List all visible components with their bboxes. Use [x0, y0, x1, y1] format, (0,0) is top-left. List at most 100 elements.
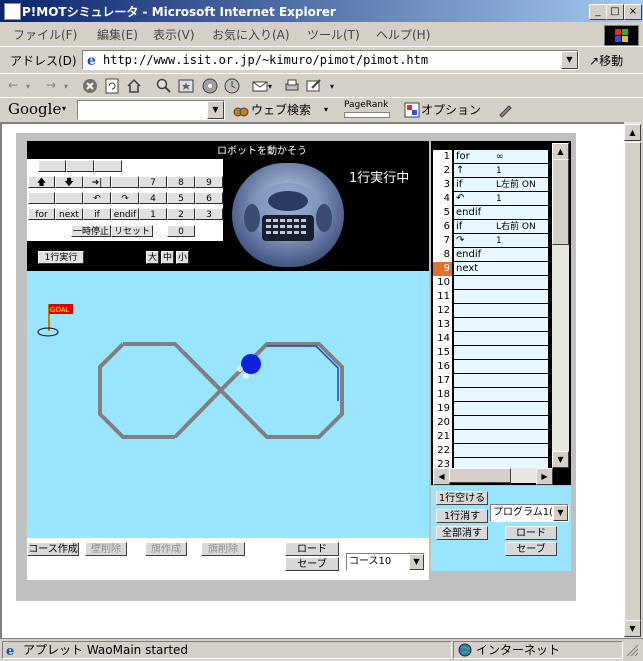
maximize-button[interactable]: □ — [606, 4, 624, 20]
program-row[interactable]: 12 — [433, 304, 550, 318]
key-0[interactable]: 0 — [167, 225, 195, 237]
program-row-command-cell[interactable]: ↶ 1 — [454, 192, 548, 205]
scroll-up-button[interactable]: ▲ — [624, 124, 641, 141]
program-row-command-cell[interactable] — [454, 332, 548, 345]
size-medium-button[interactable]: 中 — [161, 251, 174, 264]
program-row[interactable]: 15 — [433, 346, 550, 360]
program-vertical-scrollbar[interactable]: ▲ ▼ — [552, 143, 569, 468]
program-row-command-cell[interactable] — [454, 402, 548, 415]
size-small-button[interactable]: 小 — [176, 251, 189, 264]
google-logo[interactable]: Google — [8, 100, 61, 118]
key-8[interactable]: 8 — [167, 176, 195, 188]
web-search-button[interactable]: ウェブ検索 — [251, 101, 311, 118]
search-icon[interactable] — [156, 78, 172, 94]
go-button[interactable]: ↗移動 — [589, 52, 623, 69]
pause-button[interactable]: 一時停止 — [71, 225, 111, 237]
program-row[interactable]: 6 if L右前 ON — [433, 220, 550, 234]
program-scroll-down[interactable]: ▼ — [552, 451, 569, 468]
minimize-button[interactable]: _ — [589, 4, 607, 20]
highlighter-icon[interactable] — [497, 102, 513, 118]
course-field[interactable]: GOAL — [27, 271, 429, 538]
program-row-command-cell[interactable]: ↑ 1 — [454, 164, 548, 177]
google-search-input[interactable]: ▼ — [77, 100, 225, 120]
key-blank[interactable] — [38, 160, 66, 172]
key-for[interactable]: for — [28, 208, 55, 220]
home-icon[interactable] — [126, 78, 142, 94]
key-stop-forward[interactable]: ➜| — [83, 176, 111, 188]
program-select-dropdown-icon[interactable]: ▼ — [553, 505, 568, 521]
program-load-button[interactable]: ロード — [505, 526, 557, 540]
key-blank[interactable] — [28, 192, 55, 204]
options-button[interactable]: オプション — [421, 101, 481, 118]
step-run-button[interactable]: 1行実行 — [38, 251, 84, 264]
program-row[interactable]: 14 — [433, 332, 550, 346]
program-horizontal-scrollbar[interactable]: ◀ ▶ — [433, 468, 553, 485]
program-row[interactable]: 9 next — [433, 262, 550, 276]
key-5[interactable]: 5 — [167, 192, 195, 204]
insert-row-button[interactable]: 1行空ける — [436, 491, 488, 505]
media-icon[interactable] — [202, 78, 218, 94]
stop-icon[interactable] — [82, 78, 98, 94]
key-backward[interactable]: 🡇 — [55, 176, 83, 188]
program-row[interactable]: 11 — [433, 290, 550, 304]
menu-favorites[interactable]: お気に入り(A) — [212, 26, 290, 43]
program-row-command-cell[interactable] — [454, 290, 548, 303]
key-blank[interactable] — [94, 160, 122, 172]
program-scroll-left[interactable]: ◀ — [433, 468, 450, 485]
program-row-command-cell[interactable] — [454, 430, 548, 443]
program-row[interactable]: 5 endif — [433, 206, 550, 220]
favorites-icon[interactable] — [178, 78, 194, 94]
program-row-command-cell[interactable]: endif — [454, 206, 548, 219]
key-9[interactable]: 9 — [195, 176, 223, 188]
course-save-button[interactable]: セーブ — [285, 557, 339, 571]
resize-grip-icon[interactable] — [625, 643, 639, 657]
program-row-command-cell[interactable] — [454, 346, 548, 359]
address-dropdown-button[interactable]: ▼ — [561, 51, 578, 69]
program-scroll-thumb[interactable] — [552, 159, 569, 245]
program-scroll-up[interactable]: ▲ — [552, 143, 569, 160]
program-row-command-cell[interactable]: ↷ 1 — [454, 234, 548, 247]
program-save-button[interactable]: セーブ — [505, 542, 557, 556]
create-flag-button[interactable]: 旗作成 — [145, 542, 187, 556]
program-row-command-cell[interactable] — [454, 318, 548, 331]
menu-view[interactable]: 表示(V) — [153, 26, 195, 43]
program-row-command-cell[interactable] — [454, 276, 548, 289]
program-scroll-right[interactable]: ▶ — [536, 468, 553, 485]
program-row[interactable]: 13 — [433, 318, 550, 332]
program-row[interactable]: 4 ↶ 1 — [433, 192, 550, 206]
program-row[interactable]: 22 — [433, 444, 550, 458]
history-icon[interactable] — [224, 78, 240, 94]
key-2[interactable]: 2 — [167, 208, 195, 220]
key-blank[interactable] — [111, 176, 139, 188]
program-row-command-cell[interactable]: if L左前 ON — [454, 178, 548, 191]
program-row[interactable]: 17 — [433, 374, 550, 388]
program-row-command-cell[interactable] — [454, 388, 548, 401]
google-search-dropdown-button[interactable]: ▼ — [207, 101, 224, 119]
key-turn-left[interactable]: ↶ — [83, 192, 111, 204]
program-select[interactable]: プログラム1(i ▼ — [490, 504, 569, 522]
forward-dropdown-icon[interactable]: ▾ — [64, 82, 80, 98]
key-1[interactable]: 1 — [139, 208, 167, 220]
menu-help[interactable]: ヘルプ(H) — [376, 26, 430, 43]
program-row[interactable]: 1 for ∞ — [433, 150, 550, 164]
close-button[interactable]: × — [624, 4, 642, 20]
key-if[interactable]: if — [83, 208, 111, 220]
menu-tools[interactable]: ツール(T) — [307, 26, 360, 43]
forward-icon[interactable]: → — [46, 78, 62, 94]
program-row[interactable]: 2 ↑ 1 — [433, 164, 550, 178]
edit-dropdown-icon[interactable]: ▾ — [330, 82, 346, 98]
mail-icon[interactable] — [252, 78, 268, 94]
print-icon[interactable] — [284, 78, 300, 94]
program-row-command-cell[interactable]: next — [454, 262, 548, 275]
back-icon[interactable]: ← — [8, 78, 24, 94]
program-row[interactable]: 3 if L左前 ON — [433, 178, 550, 192]
key-blank[interactable] — [66, 160, 94, 172]
key-forward[interactable]: 🡅 — [28, 176, 55, 188]
web-search-dropdown-icon[interactable]: ▾ — [324, 105, 328, 114]
program-row[interactable]: 18 — [433, 388, 550, 402]
course-select-dropdown-icon[interactable]: ▼ — [409, 554, 424, 570]
delete-flag-button[interactable]: 旗削除 — [201, 542, 245, 556]
program-row[interactable]: 7 ↷ 1 — [433, 234, 550, 248]
program-row-command-cell[interactable]: for ∞ — [454, 150, 548, 163]
size-large-button[interactable]: 大 — [146, 251, 159, 264]
